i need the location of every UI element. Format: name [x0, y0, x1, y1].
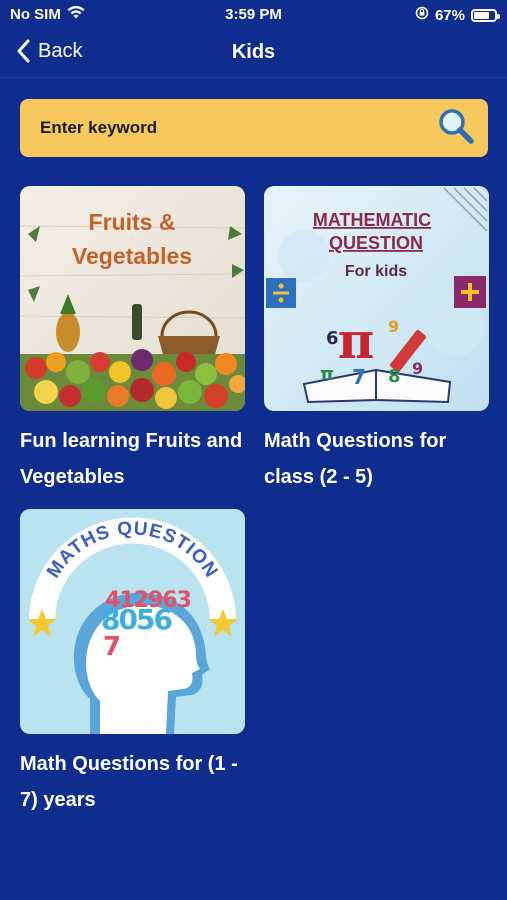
search-icon[interactable]: [436, 106, 476, 151]
status-right: 67%: [415, 6, 500, 24]
math-title-line3: For kids: [345, 263, 407, 280]
math-title-line1: MATHEMATIC: [313, 210, 431, 230]
course-card-math-class[interactable]: MATHEMATIC QUESTION For kids π 6 π 7 9 8: [264, 186, 489, 495]
svg-text:π: π: [320, 364, 334, 385]
math-title-line2: QUESTION: [329, 233, 423, 253]
maths-question-image[interactable]: MATHS QUESTION 412963 8056 7: [20, 509, 245, 734]
status-bar: No SIM 3:59 PM 67%: [0, 0, 507, 30]
mathematic-question-image[interactable]: MATHEMATIC QUESTION For kids π 6 π 7 9 8: [264, 186, 489, 411]
svg-text:9: 9: [412, 359, 423, 378]
battery-icon: [471, 8, 500, 22]
svg-text:9: 9: [388, 317, 399, 336]
battery-percent: 67%: [434, 6, 465, 24]
card-title-fruits[interactable]: Fun learning Fruits and Vegetables: [20, 423, 245, 495]
nav-bar: Back Kids: [0, 30, 507, 78]
fruits-vegetables-image[interactable]: Fruits & Vegetables: [20, 186, 245, 411]
search-placeholder: Enter keyword: [40, 118, 158, 137]
svg-text:π: π: [338, 311, 375, 370]
maths-numbers-row3: 7: [103, 632, 121, 662]
page-title: Kids: [231, 41, 276, 63]
orientation-lock-icon: [415, 6, 429, 24]
fruits-title-line1: Fruits &: [89, 209, 176, 235]
card-title-math-years[interactable]: Math Questions for (1 - 7) years: [20, 746, 245, 818]
search-input[interactable]: Enter keyword: [20, 99, 488, 157]
course-card-math-years[interactable]: MATHS QUESTION 412963 8056 7 Math Questi…: [20, 509, 245, 818]
card-title-math-class[interactable]: Math Questions for class (2 - 5): [264, 423, 489, 495]
fruits-title-line2: Vegetables: [72, 243, 192, 269]
battery-fill: [474, 11, 489, 19]
svg-text:7: 7: [352, 365, 366, 389]
svg-text:6: 6: [326, 328, 339, 349]
svg-text:8: 8: [388, 366, 401, 387]
course-card-fruits[interactable]: Fruits & Vegetables Fun learning Fruits …: [20, 186, 245, 495]
